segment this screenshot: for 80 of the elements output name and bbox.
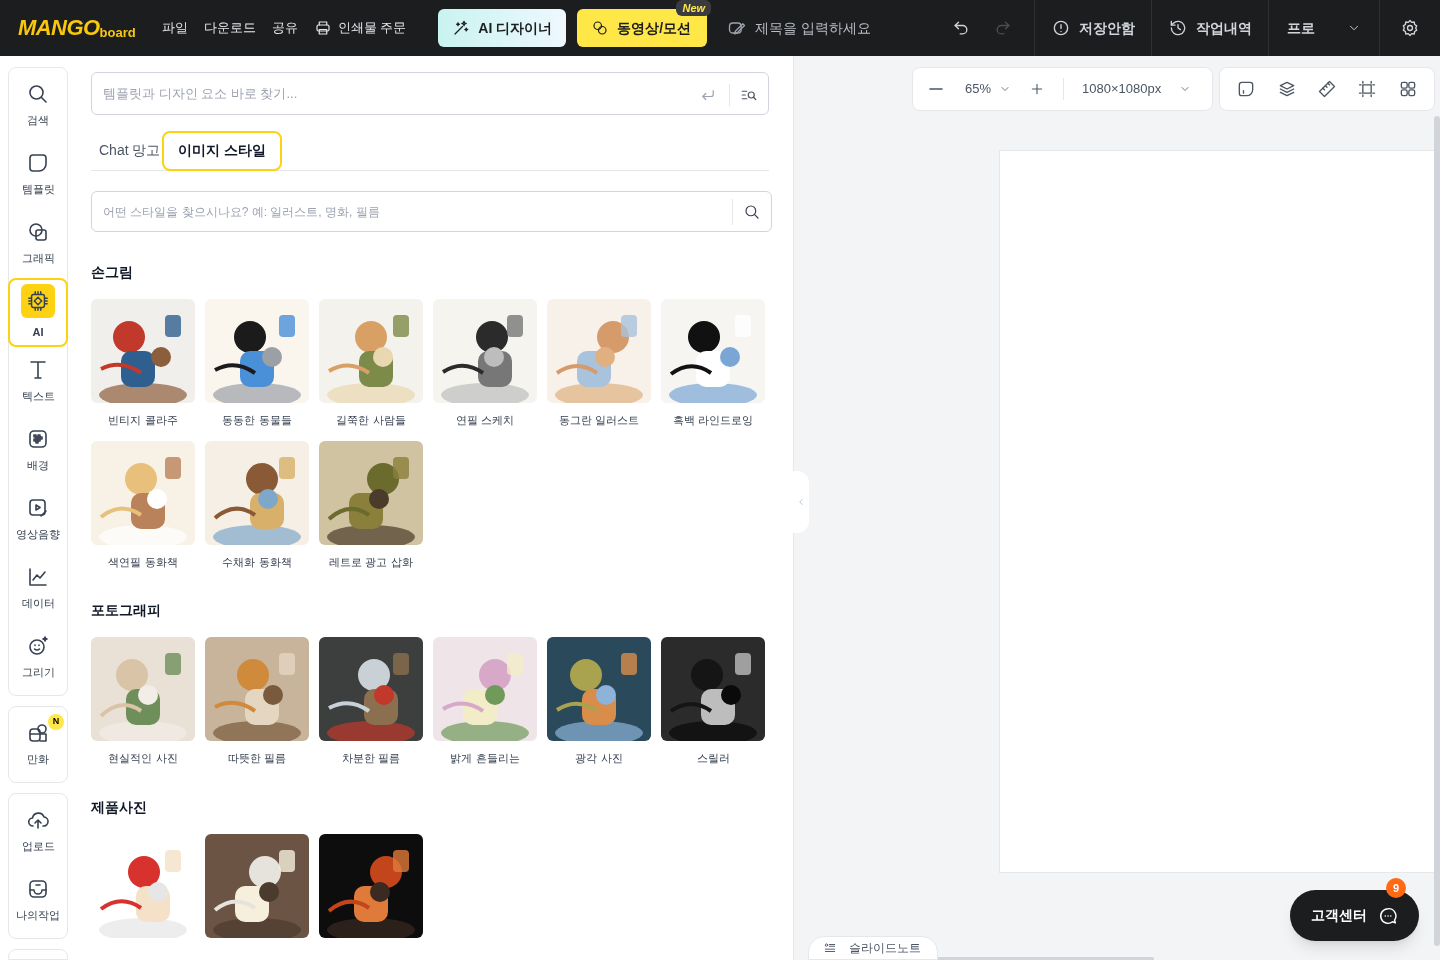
alert-icon: [1051, 18, 1071, 38]
sidebar-item[interactable]: 검색: [8, 71, 68, 140]
chip-icon: [27, 290, 49, 313]
logo[interactable]: MANGOboard: [18, 17, 136, 39]
style-label: 연필 스케치: [455, 413, 515, 428]
style-label: 색연필 동화책: [108, 554, 178, 570]
plan-dropdown[interactable]: 프로: [1269, 17, 1379, 39]
section-heading: 제품사진: [91, 797, 147, 817]
minus-icon: [929, 88, 943, 90]
style-label: 동그란 일러스트: [558, 413, 640, 428]
ai-designer-button[interactable]: AI 디자이너: [438, 9, 567, 47]
style-card[interactable]: 현실적인 사진: [91, 637, 195, 767]
sidebar-item[interactable]: 그래픽: [8, 209, 68, 278]
search-field[interactable]: 템플릿과 디자인 요소 바로 찾기...: [91, 72, 769, 115]
style-card[interactable]: 밝게 흔들리는: [433, 637, 537, 767]
style-label: 수채화 동화책: [222, 554, 292, 570]
menu-item[interactable]: 다운로드: [195, 18, 264, 38]
style-label: 동동한 동물들: [222, 413, 292, 428]
slide-note-tab[interactable]: 슬라이드노트: [808, 936, 938, 960]
chevron-left-icon: [796, 497, 806, 507]
style-card[interactable]: 빈티지 콜라주: [91, 299, 195, 429]
menu-item[interactable]: 공유: [263, 18, 306, 38]
save-status-button[interactable]: 저장안함: [1035, 17, 1151, 39]
menu-item[interactable]: 인쇄물 주문: [305, 18, 415, 38]
sidebar-item[interactable]: 데이터: [8, 554, 68, 623]
menu-item[interactable]: 파일: [153, 18, 196, 38]
new-badge: New: [676, 0, 712, 16]
sidebar-item[interactable]: 나의작업: [8, 866, 68, 935]
style-card[interactable]: 동동한 동물들: [205, 299, 309, 429]
style-label: 현실적인 사진: [108, 751, 178, 766]
new-badge: N: [48, 714, 64, 730]
settings-icon: [1400, 18, 1420, 38]
style-label: 광각 사진: [575, 751, 623, 766]
style-card[interactable]: 차분한 필름: [319, 637, 423, 767]
zoom-dropdown[interactable]: 65%: [965, 79, 1012, 99]
frame-icon: [1357, 79, 1378, 99]
style-card[interactable]: 수채화 동화책: [205, 440, 309, 570]
style-card[interactable]: 동그란 일러스트: [547, 299, 651, 429]
sidebar-item[interactable]: AI: [8, 278, 68, 347]
style-card[interactable]: 스릴러: [661, 637, 765, 767]
style-card[interactable]: 레트로 광고 삽화: [319, 440, 423, 570]
frame-button[interactable]: [1357, 79, 1378, 99]
style-label: 따뜻한 필름: [227, 751, 287, 766]
style-label: 스릴러: [696, 751, 730, 766]
tab[interactable]: Chat 망고: [91, 140, 163, 161]
sparkle-wand-icon: [452, 19, 471, 37]
history-button[interactable]: 작업내역: [1152, 17, 1268, 39]
size-dropdown[interactable]: 1080×1080px: [1082, 79, 1192, 99]
ruler-button[interactable]: [1316, 79, 1337, 99]
sidebar-item[interactable]: 그리기: [8, 623, 68, 692]
style-card[interactable]: 흑백 라인드로잉: [661, 299, 765, 429]
style-label: 흑백 라인드로잉: [672, 413, 754, 428]
style-card[interactable]: 길쭉한 사람들: [319, 299, 423, 429]
notification-badge: 9: [1386, 878, 1406, 898]
title-field[interactable]: 제목을 입력하세요: [755, 17, 906, 39]
notes-icon: [823, 941, 837, 955]
style-card[interactable]: 연필 스케치: [433, 299, 537, 429]
sidebar-item[interactable]: 배경: [8, 416, 68, 485]
search-icon: [743, 203, 761, 221]
tab[interactable]: 이미지 스타일: [162, 130, 283, 171]
ruler-icon: [1316, 79, 1337, 99]
style-search-field[interactable]: 어떤 스타일을 찾으시나요? 예: 일러스트, 명화, 필름: [91, 191, 772, 232]
sidebar-item[interactable]: 템플릿: [8, 140, 68, 209]
section-heading: 포토그래피: [91, 601, 161, 620]
sidebar-item[interactable]: 영상음향: [8, 485, 68, 554]
printer-icon: [313, 19, 332, 37]
sidebar-item[interactable]: 업로드: [8, 797, 68, 866]
sidebar-item[interactable]: 텍스트: [8, 347, 68, 416]
section-heading: 손그림: [91, 263, 133, 282]
style-card[interactable]: 따뜻한 필름: [205, 637, 309, 767]
panel-collapse-handle[interactable]: [793, 471, 809, 533]
style-label: 빈티지 콜라주: [108, 413, 178, 428]
history-icon: [1168, 18, 1188, 38]
style-card[interactable]: 광각 사진: [547, 637, 651, 767]
style-label: 길쭉한 사람들: [336, 413, 406, 428]
style-label: 차분한 필름: [341, 751, 401, 766]
style-card[interactable]: 색연필 동화책: [91, 440, 195, 570]
style-label: 밝게 흔들리는: [450, 751, 520, 766]
style-label: 레트로 광고 삽화: [329, 554, 413, 570]
motion-icon: [591, 19, 610, 37]
